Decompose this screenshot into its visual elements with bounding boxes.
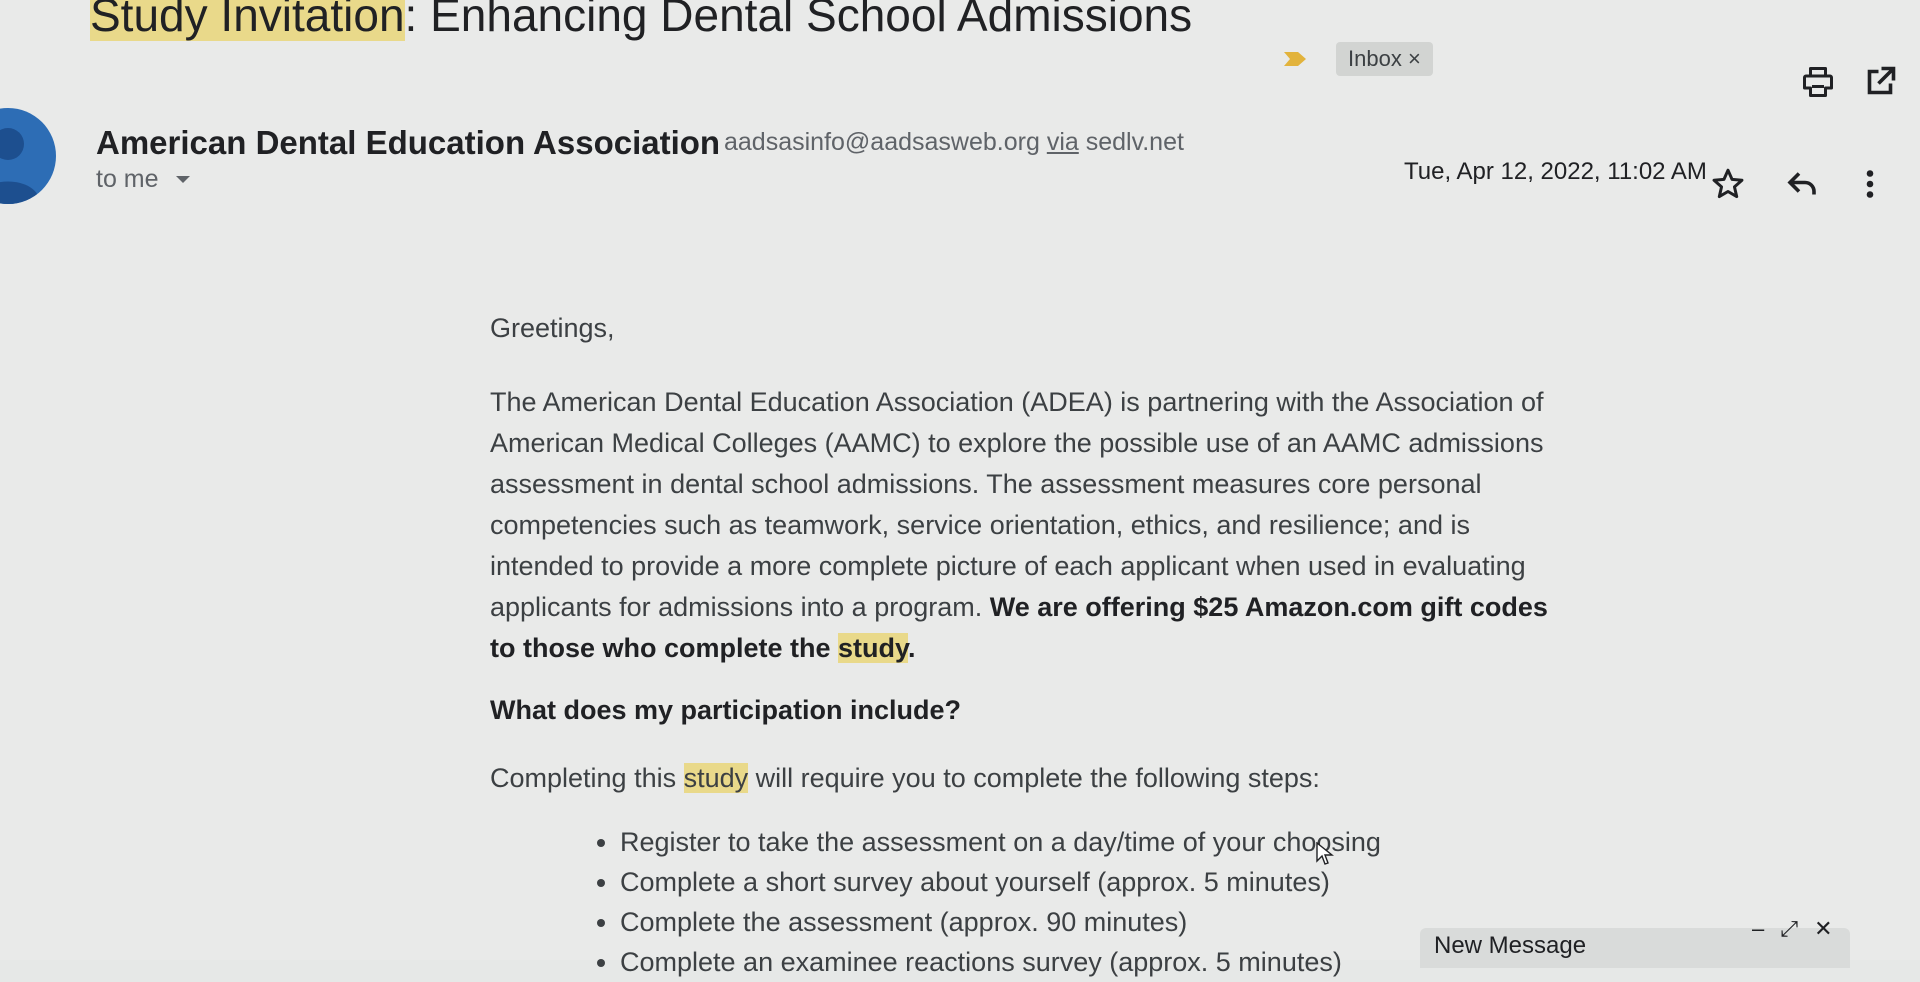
sender-name[interactable]: American Dental Education Association	[96, 124, 720, 162]
via-link[interactable]: via	[1047, 128, 1079, 156]
inbox-label-chip[interactable]: Inbox ×	[1336, 42, 1433, 76]
mouse-pointer-icon	[1316, 842, 1334, 865]
paragraph-bold-end: .	[908, 633, 916, 663]
importance-marker-icon[interactable]	[1282, 50, 1308, 68]
recipient-details-toggle[interactable]: to me	[96, 165, 191, 194]
steps-list: Register to take the assessment on a day…	[560, 822, 1520, 982]
avatar[interactable]	[0, 108, 56, 204]
reply-icon[interactable]	[1784, 166, 1820, 202]
compose-controls: – ⤢ ✕	[1752, 916, 1833, 942]
sender-address: aadsasinfo@aadsasweb.org	[724, 128, 1040, 156]
more-vertical-icon[interactable]	[1852, 166, 1888, 202]
steps-intro-text-end: will require you to complete the followi…	[748, 763, 1320, 793]
via-domain: sedlv.net	[1085, 128, 1184, 156]
greeting: Greetings,	[490, 313, 615, 343]
subject-highlight-invitation: Invitation	[207, 0, 405, 41]
expand-button[interactable]: ⤢	[1780, 916, 1798, 941]
inbox-label-text: Inbox	[1348, 46, 1402, 71]
subject-highlight-study: Study	[90, 0, 208, 41]
star-icon[interactable]	[1710, 166, 1746, 202]
chevron-down-icon	[176, 176, 191, 184]
steps-intro: Completing this study will require you t…	[490, 758, 1320, 799]
list-item: Complete a short survey about yourself (…	[620, 862, 1520, 902]
close-button[interactable]: ✕	[1814, 916, 1832, 941]
subject-rest: : Enhancing Dental School Admissions	[404, 0, 1193, 41]
email-view: Study Invitation: Enhancing Dental Schoo…	[0, 0, 1920, 977]
list-item: Register to take the assessment on a day…	[620, 822, 1520, 862]
remove-label-button[interactable]: ×	[1408, 46, 1421, 71]
email-subject: Study Invitation: Enhancing Dental Schoo…	[90, 0, 1192, 42]
sender-email: aadsasinfo@aadsasweb.org via sedlv.net	[724, 128, 1184, 157]
list-item: Complete an examinee reactions survey (a…	[620, 942, 1520, 982]
search-highlight-study: study	[683, 763, 749, 793]
search-highlight-study: study	[838, 633, 909, 663]
print-icon[interactable]	[1800, 64, 1836, 100]
minimize-button[interactable]: –	[1752, 916, 1764, 941]
paragraph-text: The American Dental Education Associatio…	[490, 387, 1544, 622]
body-paragraph: The American Dental Education Associatio…	[490, 382, 1580, 669]
email-date: Tue, Apr 12, 2022, 11:02 AM	[1404, 158, 1707, 185]
section-question: What does my participation include?	[490, 695, 962, 725]
avatar-person-icon	[0, 128, 40, 204]
list-item: Complete the assessment (approx. 90 minu…	[620, 902, 1520, 942]
compose-title[interactable]: New Message	[1434, 932, 1586, 960]
recipient-label: to me	[96, 165, 159, 193]
open-in-new-window-icon[interactable]	[1862, 64, 1898, 100]
steps-intro-text: Completing this	[490, 763, 684, 793]
